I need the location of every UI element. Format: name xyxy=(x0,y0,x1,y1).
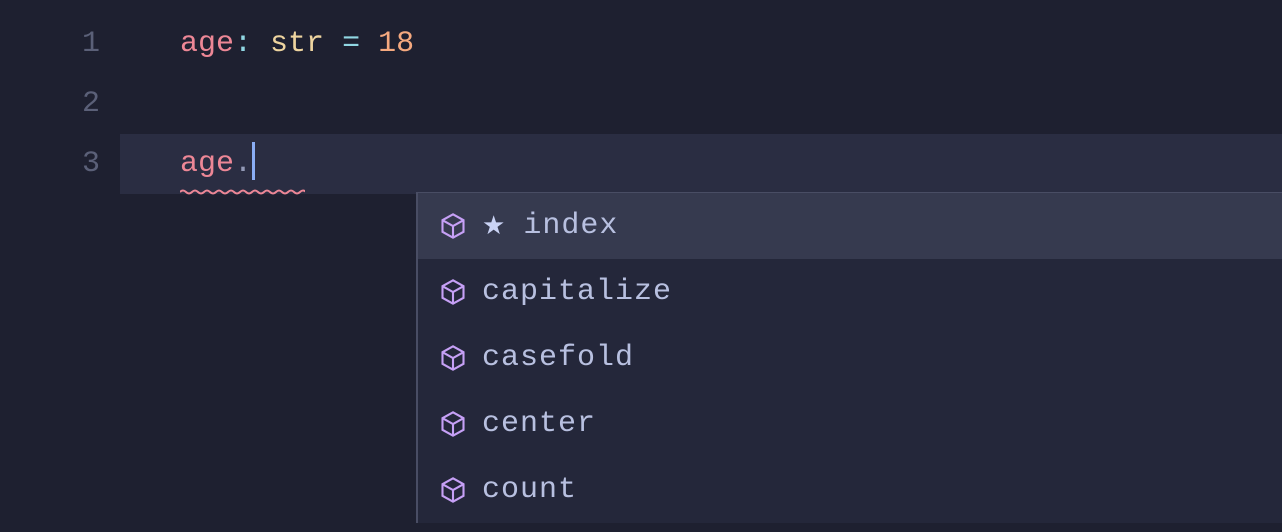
autocomplete-label: center xyxy=(482,407,596,441)
autocomplete-item-count[interactable]: count xyxy=(418,457,1282,523)
method-icon xyxy=(438,343,468,373)
autocomplete-item-casefold[interactable]: casefold xyxy=(418,325,1282,391)
method-icon xyxy=(438,277,468,307)
code-content-area[interactable]: age: str = 18 age. ★ index xyxy=(120,0,1282,532)
code-line-2[interactable] xyxy=(120,74,1282,134)
line-number: 3 xyxy=(0,134,120,194)
code-editor[interactable]: 1 2 3 age: str = 18 age. ★ index xyxy=(0,0,1282,532)
autocomplete-label: count xyxy=(482,473,577,507)
line-number-gutter: 1 2 3 xyxy=(0,0,120,532)
autocomplete-label: casefold xyxy=(482,341,634,375)
autocomplete-label: capitalize xyxy=(482,275,672,309)
autocomplete-popup[interactable]: ★ index capitalize xyxy=(416,192,1282,523)
autocomplete-item-capitalize[interactable]: capitalize xyxy=(418,259,1282,325)
line-number: 1 xyxy=(0,14,120,74)
variable-token: age xyxy=(180,27,234,61)
method-icon xyxy=(438,211,468,241)
line-number: 2 xyxy=(0,74,120,134)
equals-token: = xyxy=(342,27,360,61)
type-token: str xyxy=(270,27,324,61)
error-squiggle xyxy=(180,171,305,177)
autocomplete-item-index[interactable]: ★ index xyxy=(418,193,1282,259)
colon-token: : xyxy=(234,27,252,61)
number-token: 18 xyxy=(378,27,414,61)
star-icon: ★ xyxy=(482,211,505,242)
method-icon xyxy=(438,475,468,505)
autocomplete-label: index xyxy=(523,209,618,243)
code-line-3[interactable]: age. xyxy=(120,134,1282,194)
method-icon xyxy=(438,409,468,439)
autocomplete-item-center[interactable]: center xyxy=(418,391,1282,457)
code-line-1[interactable]: age: str = 18 xyxy=(120,14,1282,74)
